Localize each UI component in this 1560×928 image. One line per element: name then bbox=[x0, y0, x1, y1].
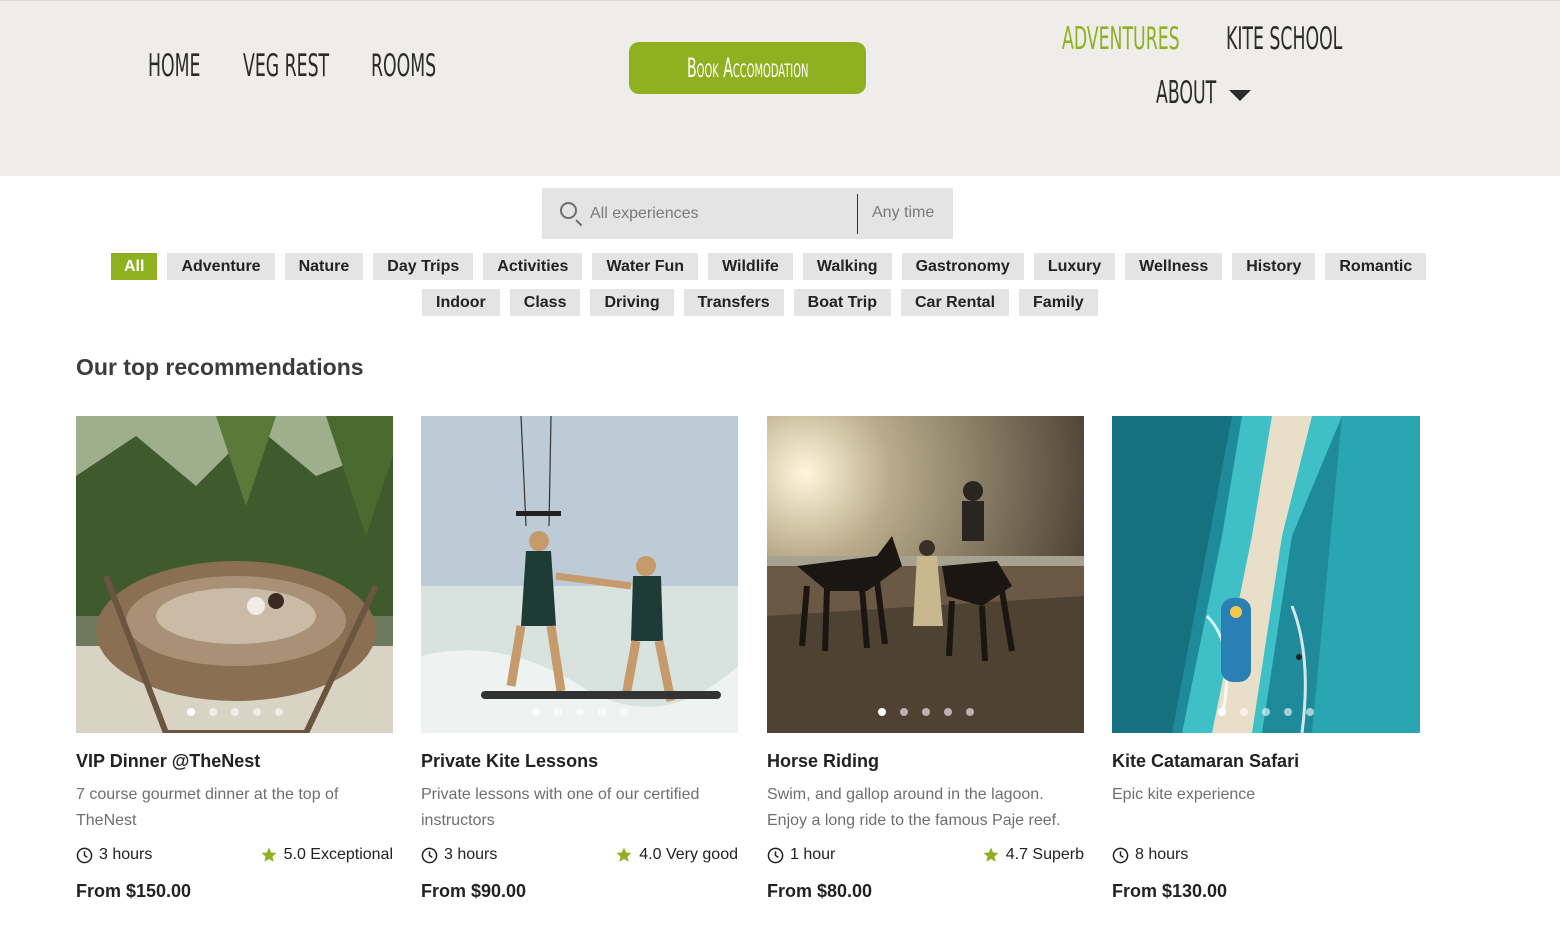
chip-transfers[interactable]: Transfers bbox=[683, 289, 784, 316]
carousel-dots[interactable] bbox=[767, 708, 1084, 716]
experience-card[interactable]: Private Kite Lessons Private lessons wit… bbox=[421, 416, 738, 902]
chip-family[interactable]: Family bbox=[1019, 289, 1098, 316]
chip-boat-trip[interactable]: Boat Trip bbox=[793, 289, 891, 316]
rating: 4.0 Very good bbox=[615, 846, 738, 864]
chip-car-rental[interactable]: Car Rental bbox=[900, 289, 1010, 316]
chip-nature[interactable]: Nature bbox=[284, 253, 364, 280]
card-photo-kite-catamaran[interactable] bbox=[1112, 416, 1420, 733]
card-title[interactable]: Kite Catamaran Safari bbox=[1112, 751, 1420, 772]
site-header: Home Veg Rest Rooms Book Accomodation Ad… bbox=[0, 0, 1560, 176]
card-description: Swim, and gallop around in the lagoon. E… bbox=[767, 786, 1061, 829]
experience-card[interactable]: VIP Dinner @TheNest 7 course gourmet din… bbox=[76, 416, 393, 902]
card-photo-horse-riding[interactable] bbox=[767, 416, 1084, 733]
horse-riding-photo bbox=[767, 416, 1084, 733]
card-meta: 3 hours 5.0 Exceptional bbox=[76, 844, 393, 866]
search-divider bbox=[857, 194, 858, 234]
card-title[interactable]: VIP Dinner @TheNest bbox=[76, 751, 393, 772]
chevron-down-icon[interactable] bbox=[1229, 90, 1251, 101]
chip-all[interactable]: All bbox=[111, 253, 158, 280]
duration: 3 hours bbox=[421, 846, 497, 864]
chip-class[interactable]: Class bbox=[509, 289, 581, 316]
experience-card[interactable]: Kite Catamaran Safari Epic kite experien… bbox=[1112, 416, 1420, 902]
dinner-nest-photo bbox=[76, 416, 393, 733]
card-title[interactable]: Horse Riding bbox=[767, 751, 1084, 772]
carousel-dots[interactable] bbox=[76, 708, 393, 716]
clock-icon bbox=[767, 847, 784, 863]
carousel-dots[interactable] bbox=[421, 708, 738, 716]
chip-activities[interactable]: Activities bbox=[483, 253, 583, 280]
card-price: From $90.00 bbox=[421, 881, 527, 901]
carousel-dots[interactable] bbox=[1112, 708, 1420, 716]
rating-text: 4.0 Very good bbox=[639, 846, 738, 863]
card-description: Epic kite experience bbox=[1112, 786, 1256, 803]
chip-history[interactable]: History bbox=[1232, 253, 1316, 280]
duration: 3 hours bbox=[76, 846, 152, 864]
nav-home[interactable]: Home bbox=[148, 48, 200, 84]
rating: 4.7 Superb bbox=[982, 846, 1084, 864]
chip-indoor[interactable]: Indoor bbox=[422, 289, 500, 316]
time-selector[interactable]: Any time bbox=[872, 204, 934, 222]
search-icon bbox=[560, 202, 577, 219]
experience-card[interactable]: Horse Riding Swim, and gallop around in … bbox=[767, 416, 1084, 902]
chip-gastronomy[interactable]: Gastronomy bbox=[901, 253, 1024, 280]
card-photo-dinner[interactable] bbox=[76, 416, 393, 733]
duration: 1 hour bbox=[767, 846, 835, 864]
category-chips-row-2: Indoor Class Driving Transfers Boat Trip… bbox=[422, 289, 1098, 316]
duration: 8 hours bbox=[1112, 846, 1188, 864]
chip-wellness[interactable]: Wellness bbox=[1125, 253, 1223, 280]
card-photo-kite-lessons[interactable] bbox=[421, 416, 738, 733]
chip-romantic[interactable]: Romantic bbox=[1325, 253, 1427, 280]
star-icon bbox=[616, 847, 632, 862]
duration-text: 8 hours bbox=[1135, 846, 1189, 863]
nav-veg-rest[interactable]: Veg Rest bbox=[243, 48, 329, 84]
rating-text: 4.7 Superb bbox=[1005, 846, 1084, 863]
chip-day-trips[interactable]: Day Trips bbox=[373, 253, 474, 280]
chip-water-fun[interactable]: Water Fun bbox=[592, 253, 699, 280]
card-title[interactable]: Private Kite Lessons bbox=[421, 751, 738, 772]
book-accommodation-label: Book Accomodation bbox=[686, 52, 809, 84]
card-price: From $150.00 bbox=[76, 881, 192, 901]
duration-text: 3 hours bbox=[99, 846, 153, 863]
category-chips-row-1: All Adventure Nature Day Trips Activitie… bbox=[111, 253, 1427, 280]
section-title: Our top recommendations bbox=[76, 354, 364, 380]
chip-wildlife[interactable]: Wildlife bbox=[708, 253, 793, 280]
chip-adventure[interactable]: Adventure bbox=[167, 253, 275, 280]
star-icon bbox=[261, 847, 277, 862]
duration-text: 3 hours bbox=[444, 846, 498, 863]
star-icon bbox=[983, 847, 999, 862]
experience-search-bar: Any time bbox=[542, 188, 953, 239]
card-description: 7 course gourmet dinner at the top of Th… bbox=[76, 786, 339, 829]
nav-adventures[interactable]: Adventures bbox=[1062, 21, 1180, 57]
chip-driving[interactable]: Driving bbox=[590, 289, 674, 316]
search-input[interactable] bbox=[590, 188, 850, 239]
clock-icon bbox=[76, 847, 93, 863]
kite-lessons-photo bbox=[421, 416, 738, 733]
chip-luxury[interactable]: Luxury bbox=[1033, 253, 1116, 280]
duration-text: 1 hour bbox=[790, 846, 836, 863]
card-price: From $80.00 bbox=[767, 881, 873, 901]
clock-icon bbox=[1112, 847, 1129, 863]
rating: 5.0 Exceptional bbox=[260, 846, 393, 864]
card-description: Private lessons with one of our certifie… bbox=[421, 786, 700, 829]
clock-icon bbox=[421, 847, 438, 863]
card-meta: 1 hour 4.7 Superb bbox=[767, 844, 1084, 866]
chip-walking[interactable]: Walking bbox=[802, 253, 892, 280]
card-price: From $130.00 bbox=[1112, 881, 1228, 901]
card-meta: 8 hours bbox=[1112, 844, 1420, 866]
rating-text: 5.0 Exceptional bbox=[283, 846, 393, 863]
card-meta: 3 hours 4.0 Very good bbox=[421, 844, 738, 866]
nav-kite-school[interactable]: Kite School bbox=[1226, 21, 1342, 57]
nav-rooms[interactable]: Rooms bbox=[371, 48, 436, 84]
nav-about[interactable]: About bbox=[1156, 75, 1216, 111]
book-accommodation-button[interactable]: Book Accomodation bbox=[629, 42, 866, 94]
kite-catamaran-photo bbox=[1112, 416, 1420, 733]
